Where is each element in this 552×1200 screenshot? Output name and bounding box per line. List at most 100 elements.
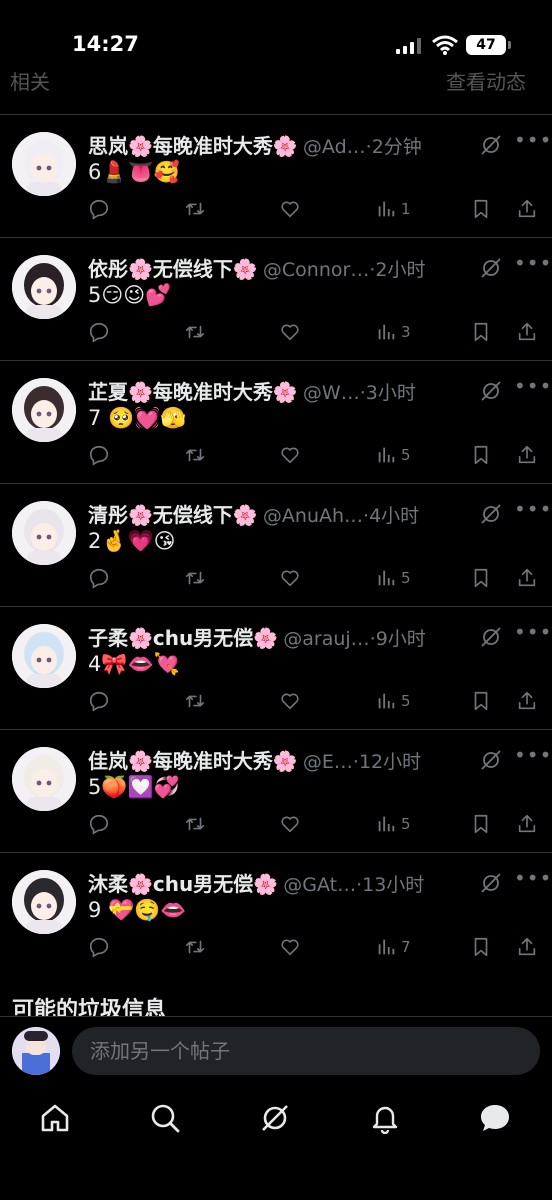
like-icon[interactable] bbox=[279, 690, 301, 714]
more-icon[interactable]: ••• bbox=[514, 620, 552, 644]
bell-icon[interactable] bbox=[369, 1102, 401, 1134]
bookmark-icon[interactable] bbox=[470, 813, 492, 837]
post-item[interactable]: 沐柔🌸chu男无偿🌸 @GAt…·13小时 ••• 9 💝🤤👄 7 bbox=[0, 854, 552, 976]
more-icon[interactable]: ••• bbox=[514, 128, 552, 152]
post-item[interactable]: 子柔🌸chu男无偿🌸 @arauj…·9小时 ••• 4🎀👄💘 5 bbox=[0, 608, 552, 730]
share-icon[interactable] bbox=[516, 936, 538, 960]
bookmark-icon[interactable] bbox=[470, 444, 492, 468]
repost-icon[interactable] bbox=[184, 198, 206, 222]
share-icon[interactable] bbox=[516, 444, 538, 468]
avatar[interactable] bbox=[12, 747, 76, 811]
repost-icon[interactable] bbox=[184, 813, 206, 837]
chat-icon[interactable] bbox=[479, 1102, 511, 1134]
author-handle[interactable]: @W… bbox=[303, 382, 360, 404]
author-name[interactable]: 思岚🌸每晚准时大秀🌸 bbox=[88, 134, 298, 158]
post-item[interactable]: 依彤🌸无偿线下🌸 @Connor…·2小时 ••• 5😏😉💕 3 bbox=[0, 239, 552, 361]
repost-icon[interactable] bbox=[184, 444, 206, 468]
more-icon[interactable]: ••• bbox=[514, 497, 552, 521]
grok-icon[interactable] bbox=[480, 626, 502, 648]
views-button[interactable]: 5 bbox=[375, 813, 425, 837]
grok-icon[interactable] bbox=[480, 749, 502, 771]
reply-icon[interactable] bbox=[88, 813, 110, 837]
header-right-label[interactable]: 查看动态 bbox=[446, 66, 526, 95]
home-icon[interactable] bbox=[39, 1102, 71, 1134]
like-icon[interactable] bbox=[279, 444, 301, 468]
post-time[interactable]: 12小时 bbox=[359, 751, 421, 773]
repost-icon[interactable] bbox=[184, 936, 206, 960]
composer-avatar[interactable] bbox=[12, 1027, 60, 1075]
repost-icon[interactable] bbox=[184, 690, 206, 714]
avatar[interactable] bbox=[12, 501, 76, 565]
author-handle[interactable]: @Ad… bbox=[303, 136, 366, 158]
author-name[interactable]: 清彤🌸无偿线下🌸 bbox=[88, 503, 258, 527]
post-time[interactable]: 2小时 bbox=[375, 259, 425, 281]
like-icon[interactable] bbox=[279, 198, 301, 222]
author-handle[interactable]: @E… bbox=[303, 751, 353, 773]
post-time[interactable]: 4小时 bbox=[369, 505, 419, 527]
share-icon[interactable] bbox=[516, 198, 538, 222]
more-icon[interactable]: ••• bbox=[514, 374, 552, 398]
grok-icon[interactable] bbox=[480, 134, 502, 156]
share-icon[interactable] bbox=[516, 567, 538, 591]
post-item[interactable]: 芷夏🌸每晚准时大秀🌸 @W…·3小时 ••• 7 🥺💓🫣 5 bbox=[0, 362, 552, 484]
reply-input[interactable]: 添加另一个帖子 bbox=[72, 1027, 540, 1075]
author-name[interactable]: 子柔🌸chu男无偿🌸 bbox=[88, 626, 278, 650]
post-time[interactable]: 3小时 bbox=[366, 382, 416, 404]
views-button[interactable]: 7 bbox=[375, 936, 425, 960]
views-button[interactable]: 3 bbox=[375, 321, 425, 345]
post-item[interactable]: 思岚🌸每晚准时大秀🌸 @Ad…·2分钟 ••• 6💄👅🥰 1 bbox=[0, 116, 552, 238]
like-icon[interactable] bbox=[279, 321, 301, 345]
reply-icon[interactable] bbox=[88, 567, 110, 591]
author-name[interactable]: 依彤🌸无偿线下🌸 bbox=[88, 257, 258, 281]
views-button[interactable]: 1 bbox=[375, 198, 425, 222]
bookmark-icon[interactable] bbox=[470, 567, 492, 591]
post-time[interactable]: 9小时 bbox=[376, 628, 426, 650]
author-handle[interactable]: @Connor… bbox=[263, 259, 369, 281]
author-name[interactable]: 芷夏🌸每晚准时大秀🌸 bbox=[88, 380, 298, 404]
reply-icon[interactable] bbox=[88, 321, 110, 345]
grok-icon[interactable] bbox=[480, 380, 502, 402]
views-button[interactable]: 5 bbox=[375, 444, 425, 468]
post-item[interactable]: 清彤🌸无偿线下🌸 @AnuAh…·4小时 ••• 2🤞💗😘 5 bbox=[0, 485, 552, 607]
post-time[interactable]: 2分钟 bbox=[372, 136, 422, 158]
like-icon[interactable] bbox=[279, 936, 301, 960]
repost-icon[interactable] bbox=[184, 567, 206, 591]
reply-icon[interactable] bbox=[88, 444, 110, 468]
more-icon[interactable]: ••• bbox=[514, 251, 552, 275]
like-icon[interactable] bbox=[279, 567, 301, 591]
share-icon[interactable] bbox=[516, 813, 538, 837]
bookmark-icon[interactable] bbox=[470, 321, 492, 345]
bookmark-icon[interactable] bbox=[470, 936, 492, 960]
views-button[interactable]: 5 bbox=[375, 690, 425, 714]
reply-icon[interactable] bbox=[88, 198, 110, 222]
author-name[interactable]: 佳岚🌸每晚准时大秀🌸 bbox=[88, 749, 298, 773]
avatar[interactable] bbox=[12, 132, 76, 196]
header-left-label[interactable]: 相关 bbox=[10, 66, 50, 95]
avatar[interactable] bbox=[12, 870, 76, 934]
post-time[interactable]: 13小时 bbox=[362, 874, 424, 896]
bookmark-icon[interactable] bbox=[470, 690, 492, 714]
author-handle[interactable]: @AnuAh… bbox=[263, 505, 363, 527]
grok-icon[interactable] bbox=[480, 872, 502, 894]
repost-icon[interactable] bbox=[184, 321, 206, 345]
avatar[interactable] bbox=[12, 624, 76, 688]
author-handle[interactable]: @GAt… bbox=[283, 874, 356, 896]
author-handle[interactable]: @arauj… bbox=[283, 628, 369, 650]
share-icon[interactable] bbox=[516, 690, 538, 714]
grok-icon[interactable] bbox=[259, 1102, 291, 1134]
avatar[interactable] bbox=[12, 378, 76, 442]
search-icon[interactable] bbox=[149, 1102, 181, 1134]
bookmark-icon[interactable] bbox=[470, 198, 492, 222]
like-icon[interactable] bbox=[279, 813, 301, 837]
author-name[interactable]: 沐柔🌸chu男无偿🌸 bbox=[88, 872, 278, 896]
more-icon[interactable]: ••• bbox=[514, 743, 552, 767]
more-icon[interactable]: ••• bbox=[514, 866, 552, 890]
reply-icon[interactable] bbox=[88, 936, 110, 960]
views-button[interactable]: 5 bbox=[375, 567, 425, 591]
avatar[interactable] bbox=[12, 255, 76, 319]
post-item[interactable]: 佳岚🌸每晚准时大秀🌸 @E…·12小时 ••• 5🍑💟💞 5 bbox=[0, 731, 552, 853]
grok-icon[interactable] bbox=[480, 503, 502, 525]
share-icon[interactable] bbox=[516, 321, 538, 345]
reply-icon[interactable] bbox=[88, 690, 110, 714]
grok-icon[interactable] bbox=[480, 257, 502, 279]
